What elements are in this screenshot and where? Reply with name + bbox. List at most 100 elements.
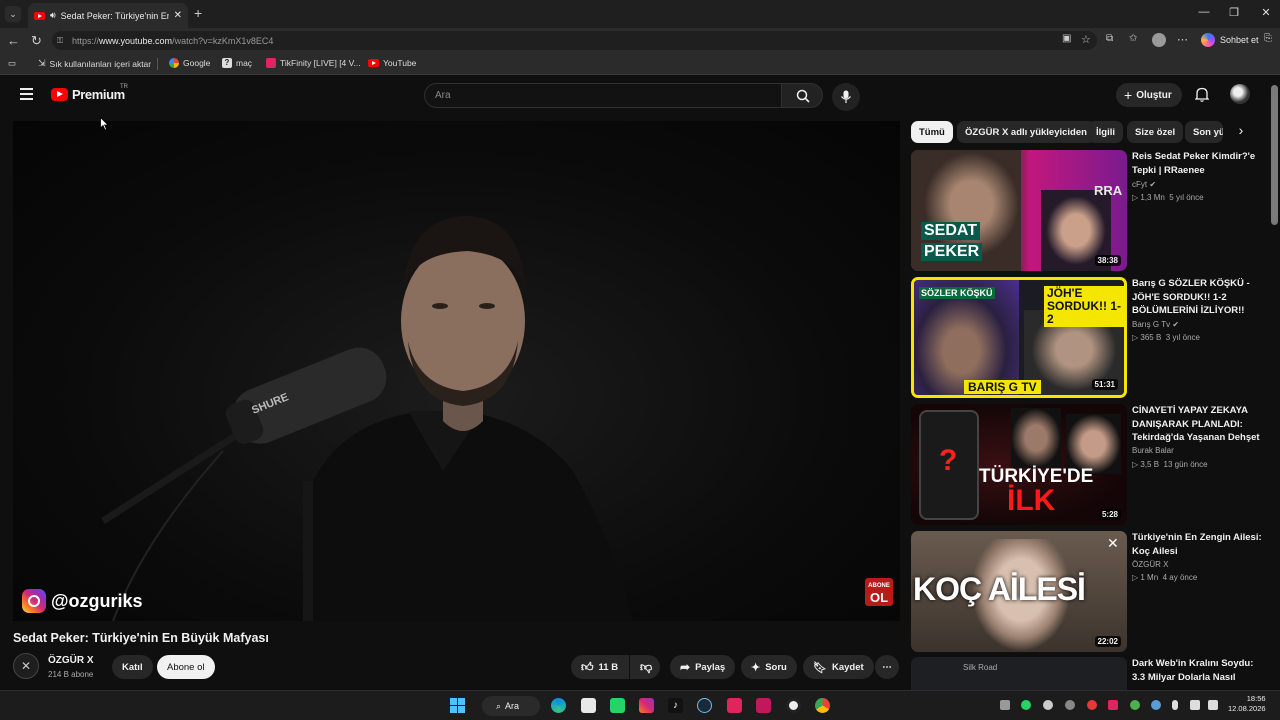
whatsapp-tray-icon[interactable] <box>1021 700 1031 710</box>
browser-tab-active[interactable]: 🔊︎ Sedat Peker: Türkiye'nin En B... ✕ <box>28 3 188 28</box>
chip-all[interactable]: Tümü <box>911 121 953 143</box>
like-button[interactable]: 👍︎ 11 B <box>571 655 629 679</box>
chip-from-uploader[interactable]: ÖZGÜR X adlı yükleyiciden <box>957 121 1095 143</box>
notifications-bell-icon[interactable] <box>1195 87 1209 102</box>
start-button[interactable] <box>450 698 465 713</box>
recommendation-thumbnail[interactable]: ? TÜRKİYE'DE İLK 5:28 <box>911 404 1127 525</box>
recommendation-title[interactable]: Barış G SÖZLER KÖŞKÜ - JÖH'E SORDUK!! 1-… <box>1132 277 1262 318</box>
steam-icon[interactable] <box>697 698 712 713</box>
search-button[interactable] <box>781 83 823 108</box>
thumbs-up-icon: 👍︎ <box>581 659 594 674</box>
bookmark-tikfinity[interactable]: TikFinity [LIVE] [4 V... <box>266 58 361 68</box>
favorites-icon[interactable]: ✩ <box>1129 33 1137 44</box>
tray-icon[interactable] <box>1043 700 1053 710</box>
recommendation-meta: ▷ 3,5 B 13 gün önce <box>1132 460 1208 469</box>
url-field[interactable]: ⚿ https://www.youtube.com/watch?v=kzKmX1… <box>52 31 1097 50</box>
minimize-button[interactable]: — <box>1196 6 1212 18</box>
youtube-logo-icon[interactable] <box>51 88 68 101</box>
recommendation-title[interactable]: Türkiye'nin En Zengin Ailesi: Koç Ailesi <box>1132 531 1262 558</box>
create-button[interactable]: + Oluştur <box>1116 83 1182 107</box>
bookmark-import[interactable]: ⇲ Sık kullanılanları içeri aktar <box>38 58 151 69</box>
site-info-icon[interactable]: ⚿ <box>57 36 63 46</box>
bookmark-label: YouTube <box>383 58 417 68</box>
recommendation-channel[interactable]: Burak Balar <box>1132 446 1174 455</box>
recommendation-channel[interactable]: Barış G Tv ✔ <box>1132 320 1179 329</box>
taskbar-search[interactable]: ⌕ Ara <box>482 696 540 716</box>
subscribe-watermark[interactable]: ABONE OL <box>865 578 893 606</box>
chip-related[interactable]: İlgili <box>1088 121 1123 143</box>
hamburger-menu-icon[interactable] <box>20 88 33 100</box>
copilot-icon[interactable] <box>1201 33 1215 47</box>
instagram-icon[interactable] <box>639 698 654 713</box>
video-player[interactable]: SHURE @ozguriks ABONE OL <box>13 121 900 621</box>
new-tab-button[interactable]: + <box>194 5 202 21</box>
reading-list-icon[interactable]: ▭ <box>8 58 16 69</box>
tiktok-live-icon[interactable] <box>727 698 742 713</box>
share-button[interactable]: ➦ Paylaş <box>670 655 736 679</box>
tiktok-icon[interactable]: ♪ <box>668 698 683 713</box>
obs-icon[interactable] <box>786 698 801 713</box>
whatsapp-icon[interactable] <box>610 698 625 713</box>
tab-close-icon[interactable]: ✕ <box>174 10 182 21</box>
account-avatar[interactable] <box>1230 84 1250 104</box>
recommendation-channel[interactable]: cFyt ✔ <box>1132 180 1156 189</box>
bookmark-mac[interactable]: ? maç <box>222 58 252 68</box>
page-scrollbar-thumb[interactable] <box>1271 85 1278 225</box>
logo-text[interactable]: Premium <box>72 87 125 102</box>
recommendation-thumbnail[interactable]: SEDAT PEKER RRA 38:38 <box>911 150 1127 271</box>
address-bar-row: ← ↻ ⚿ https://www.youtube.com/watch?v=kz… <box>0 28 1280 53</box>
file-explorer-icon[interactable] <box>581 698 596 713</box>
dislike-button[interactable]: 👎︎ <box>630 655 660 679</box>
duration-badge: 51:31 <box>1091 379 1118 390</box>
tray-icon[interactable] <box>1108 700 1118 710</box>
tray-icon[interactable] <box>1151 700 1161 710</box>
instagram-handle: @ozguriks <box>51 590 143 611</box>
more-actions-button[interactable]: ⋯ <box>875 655 899 679</box>
chip-for-you[interactable]: Size özel <box>1127 121 1184 143</box>
tab-list-button[interactable]: ⌄ <box>5 6 21 22</box>
bookmark-youtube[interactable]: YouTube <box>368 58 416 68</box>
edge-icon[interactable] <box>551 698 566 713</box>
reload-icon[interactable]: ↻ <box>31 33 42 49</box>
speaker-icon[interactable]: 🔊︎ <box>50 10 56 21</box>
profile-avatar[interactable] <box>1152 33 1166 47</box>
copilot-label[interactable]: Sohbet et <box>1220 35 1259 45</box>
search-input[interactable]: Ara <box>424 83 782 108</box>
chip-recent[interactable]: Son yü <box>1185 121 1223 143</box>
chrome-icon[interactable] <box>815 698 830 713</box>
microphone-tray-icon[interactable] <box>1172 700 1178 710</box>
sidebar-toggle-icon[interactable]: ⎘ <box>1264 33 1272 44</box>
recommendation-thumbnail[interactable]: Silk Road <box>911 657 1127 690</box>
recommendation-thumbnail[interactable]: KOÇ AİLESİ ✕ 22:02 <box>911 531 1127 652</box>
restore-button[interactable]: ❐ <box>1226 6 1242 19</box>
recommendation-title[interactable]: CİNAYETİ YAPAY ZEKAYA DANIŞARAK PLANLADI… <box>1132 404 1262 445</box>
volume-icon[interactable] <box>1208 700 1218 710</box>
back-icon[interactable]: ← <box>7 33 20 48</box>
close-window-button[interactable]: ✕ <box>1258 6 1274 19</box>
extensions-icon[interactable]: ⧉ <box>1106 33 1113 44</box>
recommendation-thumbnail[interactable]: SÖZLER KÖŞKÜ JÖH'E SORDUK!! 1-2 BARIŞ G … <box>911 277 1127 398</box>
channel-avatar[interactable]: ✕ <box>13 653 39 679</box>
voice-search-button[interactable] <box>832 83 860 111</box>
read-aloud-icon[interactable]: ▣ <box>1062 33 1071 44</box>
tray-icon[interactable] <box>1065 700 1075 710</box>
tray-icon[interactable] <box>1000 700 1010 710</box>
ask-button[interactable]: ✦ Soru <box>741 655 797 679</box>
favorite-star-icon[interactable]: ☆ <box>1081 33 1091 46</box>
network-icon[interactable] <box>1190 700 1200 710</box>
save-button[interactable]: 🔖︎ Kaydet <box>803 655 874 679</box>
chips-next-icon[interactable]: › <box>1230 122 1252 142</box>
tikfinity-icon[interactable] <box>756 698 771 713</box>
subscribe-button[interactable]: Abone ol <box>157 655 215 679</box>
channel-name[interactable]: ÖZGÜR X <box>48 655 94 666</box>
recommendation-title[interactable]: Dark Web'in Kralını Soydu: 3.3 Milyar Do… <box>1132 657 1262 687</box>
recommendation-channel[interactable]: ÖZGÜR X <box>1132 560 1168 569</box>
tray-icon[interactable] <box>1087 700 1097 710</box>
bookmark-google[interactable]: Google <box>169 58 210 68</box>
clock[interactable]: 18:56 12.08.2026 <box>1228 694 1266 714</box>
join-button[interactable]: Katıl <box>112 655 153 679</box>
more-options-icon[interactable]: ⋯ <box>1177 33 1188 46</box>
tray-icon[interactable] <box>1130 700 1140 710</box>
logo-country: TR <box>120 84 128 90</box>
recommendation-title[interactable]: Reis Sedat Peker Kimdir?'e Tepki | RRaen… <box>1132 150 1262 177</box>
